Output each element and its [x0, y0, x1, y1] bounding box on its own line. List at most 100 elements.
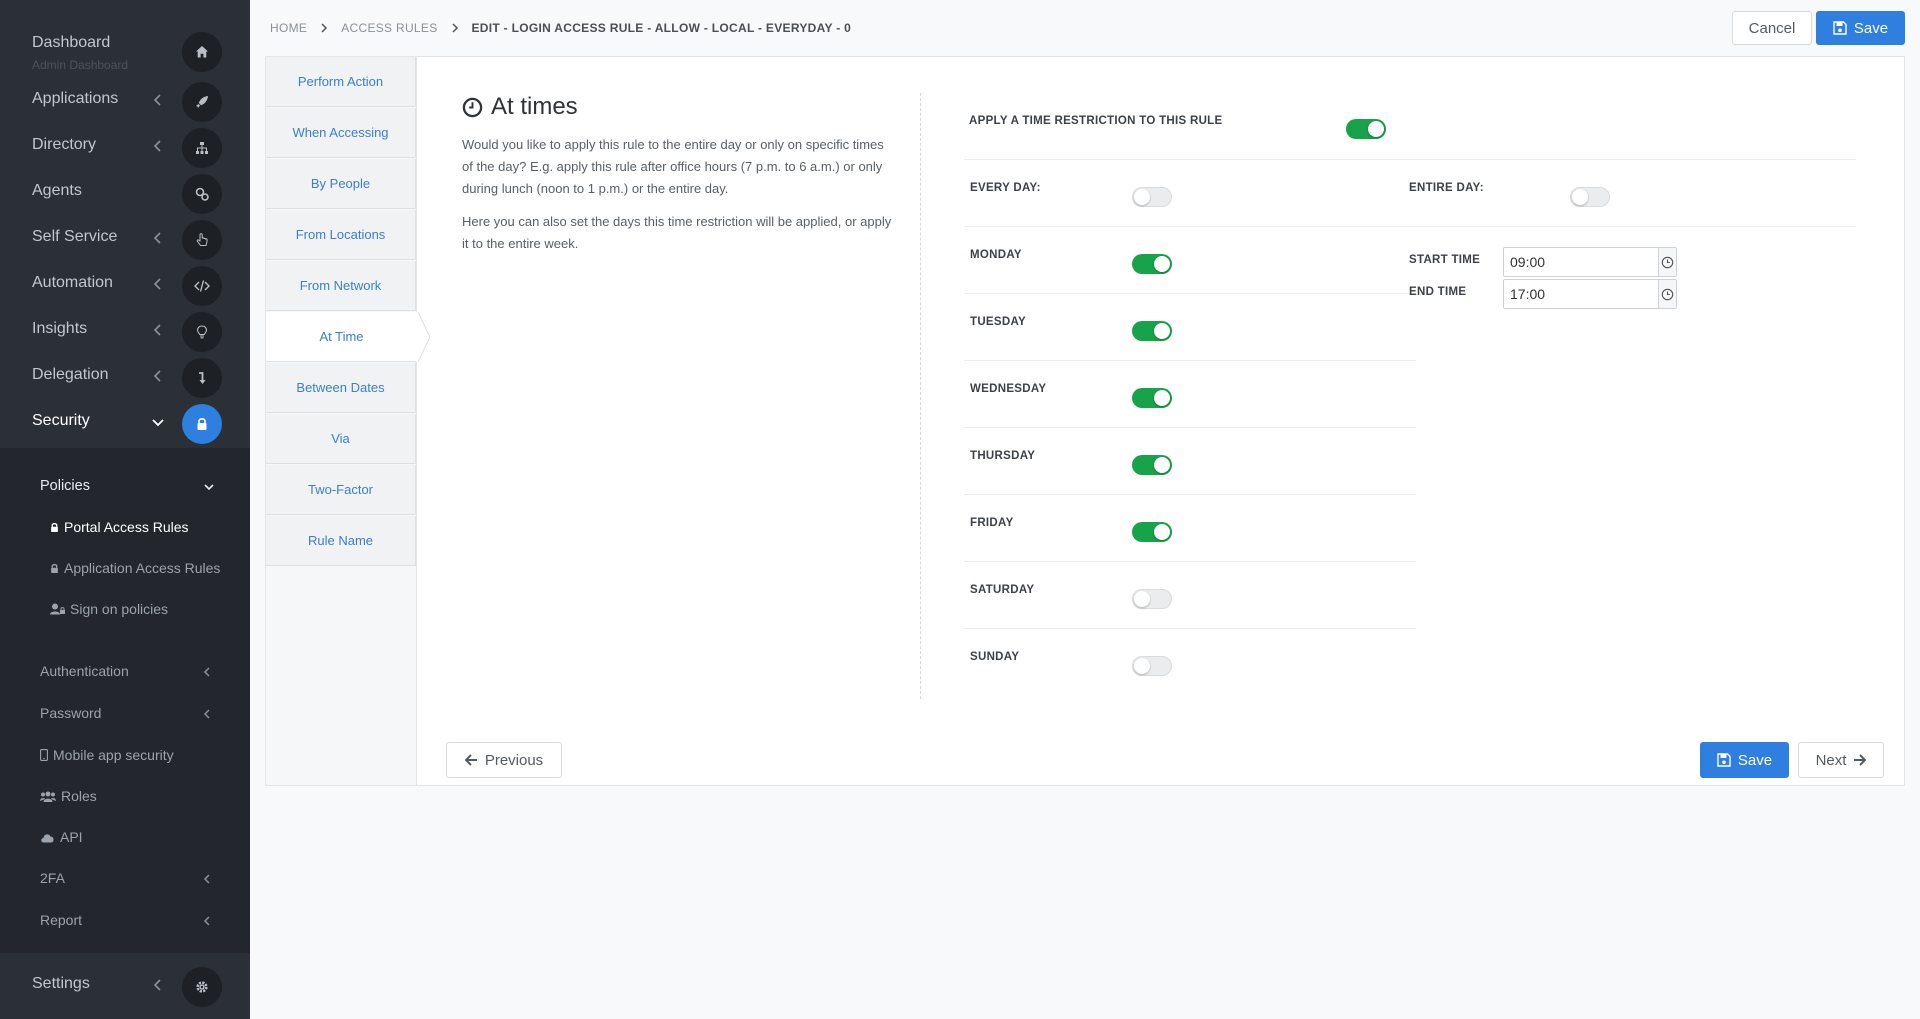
divider — [964, 159, 1856, 160]
sidebar-item-sublabel: Admin Dashboard — [32, 58, 129, 72]
day-label-thursday: THURSDAY — [970, 450, 1036, 462]
code-icon — [182, 266, 222, 306]
previous-button[interactable]: Previous — [446, 742, 562, 778]
entire-day-toggle[interactable] — [1570, 187, 1610, 207]
submenu-password[interactable]: Password — [0, 697, 250, 731]
submenu-label: 2FA — [40, 870, 65, 886]
cancel-button[interactable]: Cancel — [1732, 11, 1812, 45]
submenu-authentication[interactable]: Authentication — [0, 655, 250, 689]
start-time-field — [1503, 247, 1677, 277]
sidebar-item-insights[interactable]: Insights — [0, 308, 250, 354]
sidebar-item-dashboard[interactable]: Dashboard Admin Dashboard — [0, 28, 250, 74]
sidebar-item-applications[interactable]: Applications — [0, 78, 250, 124]
end-time-input[interactable] — [1504, 280, 1658, 308]
sidebar-item-security[interactable]: Security — [0, 400, 250, 446]
step-from-network[interactable]: From Network — [266, 261, 416, 311]
save-button-label: Save — [1853, 19, 1889, 37]
submenu-2fa[interactable]: 2FA — [0, 862, 250, 896]
apply-restriction-toggle[interactable] — [1346, 119, 1386, 139]
submenu-label: Portal Access Rules — [64, 519, 189, 535]
submenu-mobile-app-security[interactable]: Mobile app security — [0, 739, 250, 773]
clock-icon[interactable] — [1658, 248, 1676, 276]
submenu-report[interactable]: Report — [0, 904, 250, 938]
hand-pointer-icon — [182, 220, 222, 260]
sidebar-item-delegation[interactable]: Delegation — [0, 354, 250, 400]
home-icon — [182, 32, 222, 72]
step-between-dates[interactable]: Between Dates — [266, 363, 416, 413]
sidebar-item-self-service[interactable]: Self Service — [0, 216, 250, 262]
footer-save-button[interactable]: Save — [1700, 742, 1789, 778]
step-rule-name[interactable]: Rule Name — [266, 516, 416, 566]
submenu-policies[interactable]: Policies — [0, 470, 250, 504]
security-submenu: Policies Portal Access Rules Application… — [0, 448, 250, 953]
submenu-portal-access-rules[interactable]: Portal Access Rules — [0, 511, 250, 545]
arrow-left-icon — [464, 754, 477, 766]
chevron-left-icon — [203, 667, 210, 677]
sidebar-item-label: Delegation — [32, 366, 109, 383]
lock-icon — [182, 404, 222, 444]
floppy-disk-icon — [1717, 753, 1731, 767]
breadcrumb: HOME ACCESS RULES EDIT - LOGIN ACCESS RU… — [270, 21, 851, 35]
clock-icon[interactable] — [1658, 280, 1676, 308]
sidebar-item-settings[interactable]: Settings — [0, 963, 250, 1009]
sidebar-item-label: Settings — [32, 975, 90, 992]
start-time-input[interactable] — [1504, 248, 1658, 276]
lightbulb-icon — [182, 312, 222, 352]
previous-button-label: Previous — [484, 751, 544, 769]
wizard-steps: Perform Action When Accessing By People … — [266, 57, 430, 785]
submenu-label: Sign on policies — [70, 601, 169, 617]
every-day-label: EVERY DAY: — [970, 182, 1041, 194]
toggle-knob — [1154, 524, 1170, 540]
step-perform-action[interactable]: Perform Action — [266, 57, 416, 107]
active-step-arrow — [416, 312, 430, 362]
chevron-left-icon — [153, 278, 161, 290]
breadcrumb-access-rules[interactable]: ACCESS RULES — [341, 21, 437, 35]
step-from-locations[interactable]: From Locations — [266, 210, 416, 260]
toggle-knob — [1154, 457, 1170, 473]
section-description: Would you like to apply this rule to the… — [462, 137, 884, 196]
day-toggle-sunday[interactable] — [1132, 656, 1172, 676]
sidebar-item-label: Insights — [32, 320, 88, 337]
sidebar-item-agents[interactable]: Agents — [0, 170, 250, 216]
step-two-factor[interactable]: Two-Factor — [266, 465, 416, 515]
lock-icon — [51, 563, 58, 573]
chevron-left-icon — [203, 874, 210, 884]
step-by-people[interactable]: By People — [266, 159, 416, 209]
submenu-sign-on-policies[interactable]: Sign on policies — [0, 593, 250, 627]
day-toggle-monday[interactable] — [1132, 254, 1172, 274]
lock-icon — [51, 522, 58, 532]
breadcrumb-home[interactable]: HOME — [270, 21, 307, 35]
submenu-roles[interactable]: Roles — [0, 780, 250, 814]
next-button[interactable]: Next — [1798, 742, 1884, 778]
toggle-knob — [1572, 189, 1588, 205]
submenu-api[interactable]: API — [0, 821, 250, 855]
day-toggle-saturday[interactable] — [1132, 589, 1172, 609]
toggle-knob — [1134, 591, 1150, 607]
day-toggle-thursday[interactable] — [1132, 455, 1172, 475]
cancel-button-label: Cancel — [1748, 19, 1796, 37]
rule-editor-card: Perform Action When Accessing By People … — [265, 56, 1905, 786]
submenu-application-access-rules[interactable]: Application Access Rules — [0, 552, 250, 586]
arrow-right-icon — [1854, 754, 1867, 766]
every-day-toggle[interactable] — [1132, 187, 1172, 207]
start-time-label: START TIME — [1409, 254, 1481, 266]
sidebar-item-automation[interactable]: Automation — [0, 262, 250, 308]
divider — [964, 360, 1416, 361]
step-at-time[interactable]: At Time — [266, 312, 417, 362]
day-label-saturday: SATURDAY — [970, 584, 1035, 596]
step-when-accessing[interactable]: When Accessing — [266, 108, 416, 158]
save-button[interactable]: Save — [1816, 11, 1905, 45]
step-via[interactable]: Via — [266, 414, 416, 464]
sidebar-item-directory[interactable]: Directory — [0, 124, 250, 170]
chevron-left-icon — [153, 324, 161, 336]
submenu-label: Report — [40, 912, 83, 928]
toggle-knob — [1134, 658, 1150, 674]
submenu-label: Mobile app security — [53, 747, 174, 763]
day-toggle-tuesday[interactable] — [1132, 321, 1172, 341]
breadcrumb-current: EDIT - LOGIN ACCESS RULE - ALLOW - LOCAL… — [471, 21, 852, 35]
next-button-label: Next — [1815, 751, 1847, 769]
chevron-left-icon — [153, 979, 161, 991]
day-toggle-wednesday[interactable] — [1132, 388, 1172, 408]
day-toggle-friday[interactable] — [1132, 522, 1172, 542]
day-label-wednesday: WEDNESDAY — [970, 383, 1047, 395]
